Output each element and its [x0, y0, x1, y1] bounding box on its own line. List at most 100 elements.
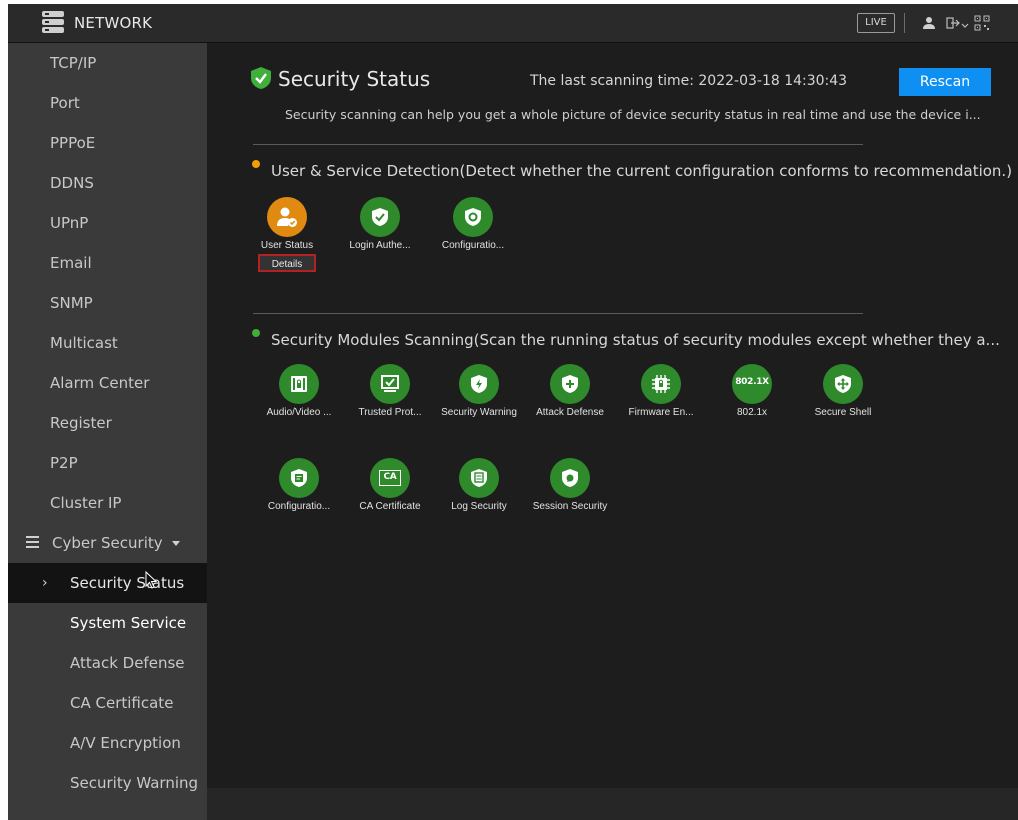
module-label: 802.1x — [736, 407, 768, 418]
chip-lock-icon — [641, 364, 681, 404]
sidebar-item-label: Port — [50, 94, 80, 112]
module-user-status[interactable]: User Status Details — [242, 197, 332, 272]
module-label: Secure Shell — [814, 407, 872, 418]
sidebar-item-label: Multicast — [50, 334, 118, 352]
shield-log-icon — [459, 458, 499, 498]
sidebar-subitem-security-warning[interactable]: Security Warning — [8, 763, 207, 803]
module-audio-video[interactable]: Audio/Video ... — [254, 364, 344, 418]
module-label: Audio/Video ... — [266, 407, 332, 418]
sidebar-item-label: Alarm Center — [50, 374, 150, 392]
sidebar-item-tcpip[interactable]: TCP/IP — [8, 43, 207, 83]
shield-bolt-icon — [459, 364, 499, 404]
sidebar-item-label: Register — [50, 414, 112, 432]
status-bar — [207, 788, 1018, 820]
sidebar-subitem-system-service[interactable]: System Service — [8, 603, 207, 643]
page-description: Security scanning can help you get a who… — [285, 107, 981, 122]
sidebar-item-label: Cluster IP — [50, 494, 122, 512]
module-log-security[interactable]: Log Security — [434, 458, 524, 512]
module-configuration-security[interactable]: Configuratio... — [254, 458, 344, 512]
module-ca-certificate[interactable]: CA CA Certificate — [345, 458, 435, 512]
module-label: Configuratio... — [267, 501, 331, 512]
sidebar: TCP/IP Port PPPoE DDNS UPnP Email SNMP M… — [8, 43, 207, 820]
sidebar-item-label: PPPoE — [50, 134, 96, 152]
sidebar-subitem-av-encryption[interactable]: A/V Encryption — [8, 723, 207, 763]
divider — [253, 313, 863, 314]
sidebar-item-label: SNMP — [50, 294, 93, 312]
last-scan-time: The last scanning time: 2022-03-18 14:30… — [530, 73, 848, 89]
chevron-down-icon[interactable] — [961, 15, 969, 31]
section-title-user-service: User & Service Detection(Detect whether … — [271, 162, 1013, 180]
ok-status-dot — [252, 329, 260, 337]
logout-icon[interactable] — [945, 15, 961, 31]
user-icon[interactable] — [921, 15, 937, 31]
sidebar-item-p2p[interactable]: P2P — [8, 443, 207, 483]
shield-check-icon — [251, 67, 271, 89]
rescan-button[interactable]: Rescan — [899, 68, 991, 96]
module-label: Login Authe... — [349, 240, 411, 251]
module-label: Security Warning — [441, 407, 517, 418]
module-session-security[interactable]: Session Security — [525, 458, 615, 512]
shield-plus-icon — [550, 364, 590, 404]
details-button[interactable]: Details — [258, 254, 316, 272]
warning-status-dot — [252, 160, 260, 168]
sidebar-subitem-label: A/V Encryption — [70, 734, 181, 752]
shield-chat-icon — [550, 458, 590, 498]
top-bar: NETWORK LIVE — [8, 4, 1018, 43]
sidebar-subitem-label: Security Warning — [70, 774, 199, 792]
module-firmware-encryption[interactable]: Firmware En... — [616, 364, 706, 418]
module-label: Firmware En... — [628, 407, 694, 418]
mouse-cursor-icon — [145, 571, 158, 589]
app-window: NETWORK LIVE TCP/IP Port PPPoE DDNS UPnP… — [8, 4, 1018, 820]
section-title-security-modules: Security Modules Scanning(Scan the runni… — [271, 331, 1000, 349]
module-label: CA Certificate — [359, 501, 421, 512]
sidebar-item-email[interactable]: Email — [8, 243, 207, 283]
802-1x-icon: 802.1X — [732, 364, 772, 404]
caret-down-icon — [172, 541, 180, 546]
monitor-check-icon — [370, 364, 410, 404]
sidebar-item-label: DDNS — [50, 174, 94, 192]
shield-move-icon — [823, 364, 863, 404]
chevron-right-icon: › — [42, 575, 48, 591]
sidebar-item-label: P2P — [50, 454, 78, 472]
sidebar-item-cluster-ip[interactable]: Cluster IP — [8, 483, 207, 523]
module-label: Configuratio... — [441, 240, 505, 251]
sidebar-item-label: UPnP — [50, 214, 89, 232]
sidebar-item-multicast[interactable]: Multicast — [8, 323, 207, 363]
av-lock-icon — [279, 364, 319, 404]
module-configuration[interactable]: Configuratio... — [428, 197, 518, 251]
module-login-authentication[interactable]: Login Authe... — [335, 197, 425, 251]
ca-certificate-icon: CA — [370, 458, 410, 498]
list-icon — [26, 536, 39, 548]
top-bar-title: NETWORK — [74, 14, 153, 32]
sidebar-item-upnp[interactable]: UPnP — [8, 203, 207, 243]
qr-code-icon[interactable] — [974, 15, 990, 31]
sidebar-item-ddns[interactable]: DDNS — [8, 163, 207, 203]
module-secure-shell[interactable]: Secure Shell — [798, 364, 888, 418]
menu-icon[interactable] — [42, 9, 64, 35]
divider — [253, 144, 863, 145]
sidebar-subitem-security-status[interactable]: › Security Status — [8, 563, 207, 603]
module-label: Session Security — [532, 501, 608, 512]
shield-check-icon — [360, 197, 400, 237]
sidebar-item-port[interactable]: Port — [8, 83, 207, 123]
module-security-warning[interactable]: Security Warning — [434, 364, 524, 418]
module-trusted-protection[interactable]: Trusted Prot... — [345, 364, 435, 418]
top-bar-divider — [904, 13, 905, 33]
sidebar-item-snmp[interactable]: SNMP — [8, 283, 207, 323]
sidebar-item-label: TCP/IP — [50, 54, 97, 72]
module-attack-defense[interactable]: Attack Defense — [525, 364, 615, 418]
module-802-1x[interactable]: 802.1X 802.1x — [707, 364, 797, 418]
module-label: Trusted Prot... — [358, 407, 422, 418]
sidebar-item-pppoe[interactable]: PPPoE — [8, 123, 207, 163]
sidebar-group-cyber-security[interactable]: Cyber Security — [8, 523, 207, 563]
module-label: Log Security — [451, 501, 507, 512]
sidebar-subitem-label: Attack Defense — [70, 654, 185, 672]
page-title: Security Status — [278, 67, 431, 91]
sidebar-subitem-label: Security Status — [70, 574, 185, 592]
sidebar-subitem-attack-defense[interactable]: Attack Defense — [8, 643, 207, 683]
sidebar-item-register[interactable]: Register — [8, 403, 207, 443]
sidebar-item-alarm-center[interactable]: Alarm Center — [8, 363, 207, 403]
sidebar-group-label: Cyber Security — [52, 534, 163, 552]
sidebar-subitem-ca-certificate[interactable]: CA Certificate — [8, 683, 207, 723]
live-button[interactable]: LIVE — [857, 13, 895, 33]
